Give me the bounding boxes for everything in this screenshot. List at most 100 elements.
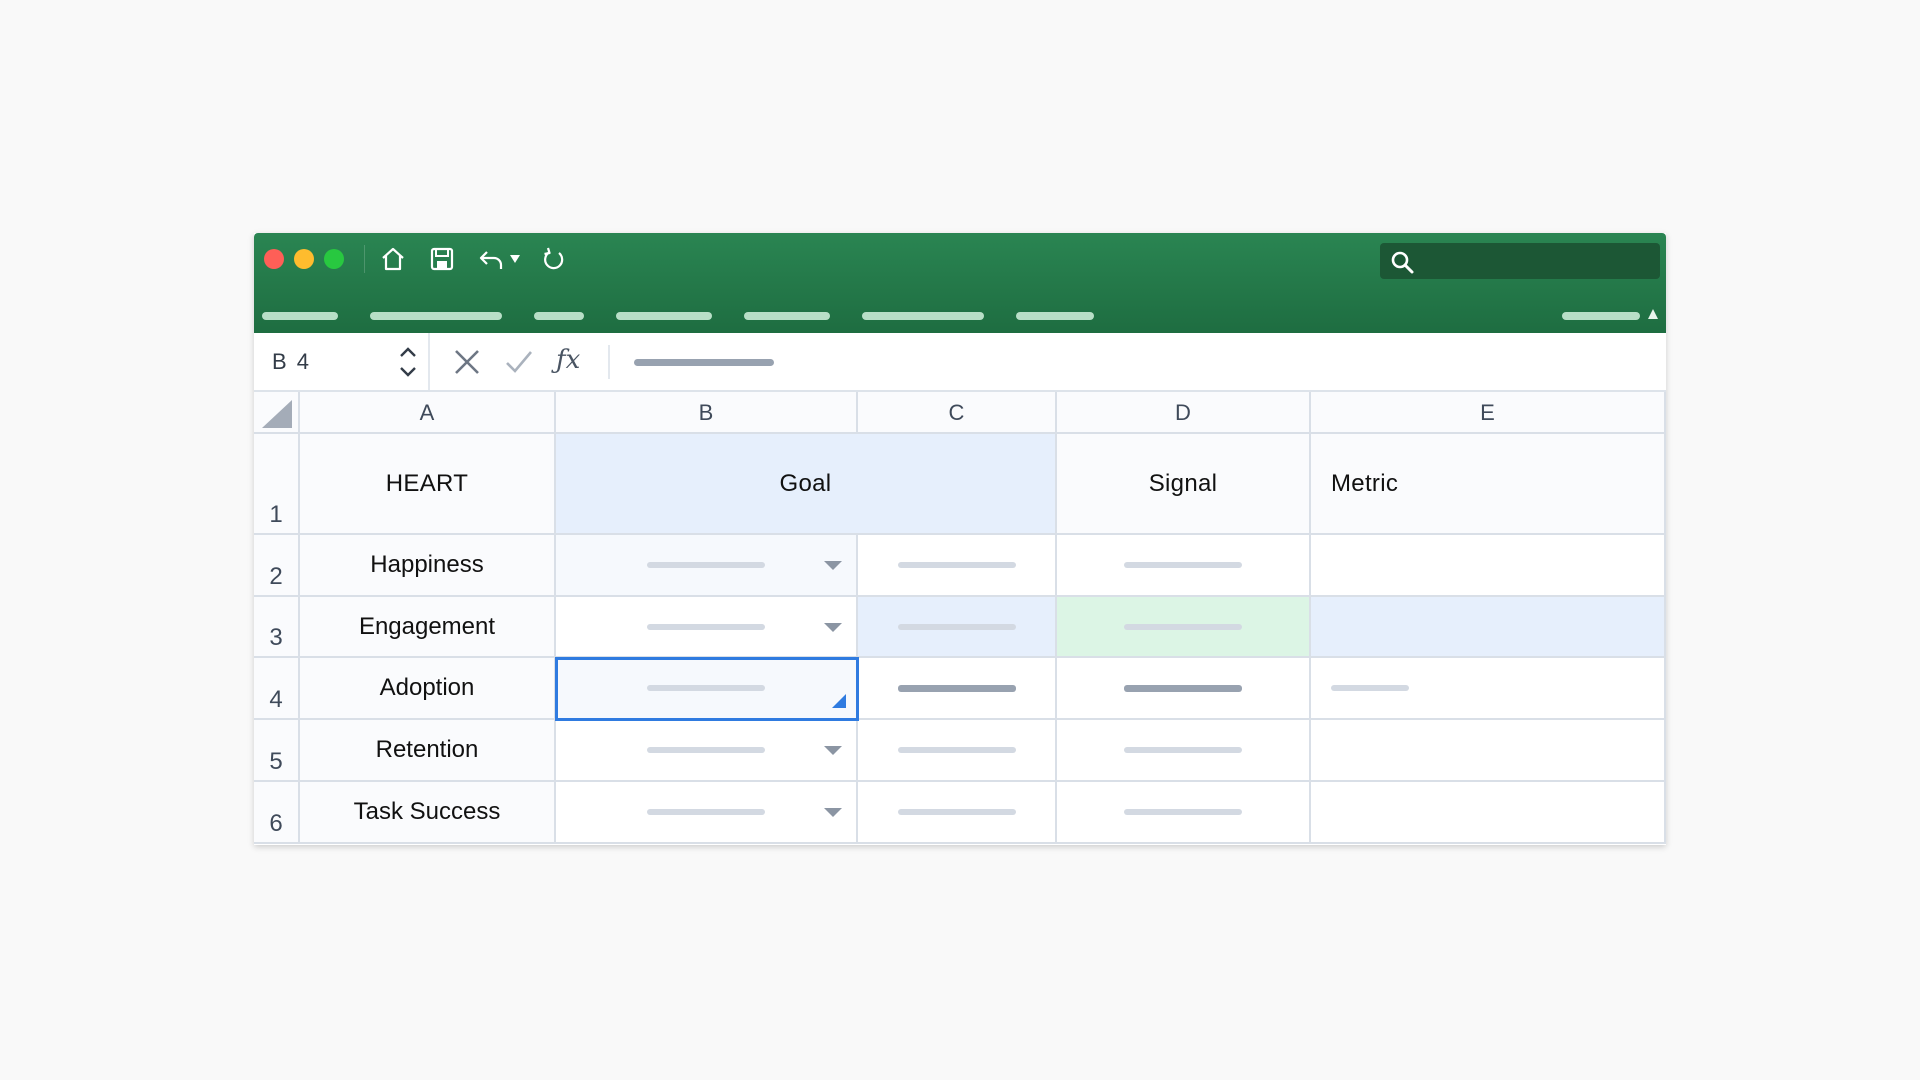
row-number: 3	[269, 624, 283, 651]
dropdown-caret-icon[interactable]	[508, 245, 522, 273]
select-all-button[interactable]	[254, 392, 300, 434]
placeholder-value	[1124, 809, 1242, 815]
row-number: 5	[269, 748, 283, 775]
ribbon-tab-3[interactable]	[534, 312, 584, 320]
cell-c6[interactable]	[858, 782, 1057, 844]
select-all-icon	[262, 400, 292, 428]
row-number: 4	[269, 686, 283, 713]
search-icon	[1391, 251, 1414, 274]
placeholder-value	[1124, 562, 1242, 568]
ribbon-tab-6[interactable]	[862, 312, 984, 320]
cell-a4[interactable]: Adoption	[300, 658, 556, 720]
dropdown-arrow-icon[interactable]	[824, 622, 842, 632]
close-icon[interactable]	[452, 347, 482, 377]
cell-a6[interactable]: Task Success	[300, 782, 556, 844]
cell-text: HEART	[385, 469, 469, 497]
placeholder-value	[897, 809, 1016, 815]
cell-text: Happiness	[370, 551, 484, 578]
function-button[interactable]: ƒx	[556, 345, 580, 375]
check-icon[interactable]	[504, 347, 534, 377]
ribbon-tab-2[interactable]	[370, 312, 502, 320]
placeholder-value	[1331, 685, 1409, 691]
placeholder-value	[897, 747, 1016, 753]
placeholder-value	[1124, 684, 1242, 692]
name-box-stepper-icon[interactable]	[396, 345, 420, 379]
cell-e5[interactable]	[1311, 720, 1666, 782]
toolbar-divider	[364, 245, 365, 273]
undo-icon[interactable]	[476, 245, 508, 273]
collapse-ribbon-icon[interactable]	[1648, 309, 1658, 319]
cell-c2[interactable]	[858, 535, 1057, 597]
cell-text: Engagement	[358, 612, 496, 640]
row-number: 2	[269, 563, 283, 590]
column-header-c[interactable]: C	[858, 392, 1057, 434]
row-header-4[interactable]: 4	[254, 658, 300, 720]
cell-d5[interactable]	[1057, 720, 1311, 782]
cell-b3[interactable]	[556, 597, 858, 658]
cell-e3[interactable]	[1311, 597, 1666, 658]
cell-c5[interactable]	[858, 720, 1057, 782]
redo-icon[interactable]	[538, 245, 570, 273]
cell-b4-selected[interactable]	[555, 657, 859, 721]
name-box[interactable]: B 4	[272, 333, 311, 390]
row-number: 1	[269, 501, 283, 528]
row-header-2[interactable]: 2	[254, 535, 300, 597]
placeholder-value	[1124, 747, 1242, 753]
placeholder-value	[647, 685, 765, 691]
cell-d6[interactable]	[1057, 782, 1311, 844]
cell-a2[interactable]: Happiness	[300, 535, 556, 597]
placeholder-value	[647, 809, 765, 815]
cell-b5[interactable]	[556, 720, 858, 782]
cell-text: Retention	[375, 736, 479, 763]
dropdown-arrow-icon[interactable]	[824, 561, 842, 570]
ribbon-tab-7[interactable]	[1016, 312, 1094, 320]
row-header-5[interactable]: 5	[254, 720, 300, 782]
close-window-button[interactable]	[264, 249, 284, 269]
ribbon-tab-1[interactable]	[262, 312, 338, 320]
cell-e2[interactable]	[1311, 535, 1666, 597]
formula-bar-divider-2	[608, 345, 610, 379]
cell-text: Signal	[1148, 469, 1218, 497]
placeholder-value	[647, 747, 765, 753]
minimize-window-button[interactable]	[294, 249, 314, 269]
cell-b6[interactable]	[556, 782, 858, 844]
dropdown-arrow-icon[interactable]	[824, 808, 842, 817]
maximize-window-button[interactable]	[324, 249, 344, 269]
cell-e6[interactable]	[1311, 782, 1666, 844]
ribbon-share-button[interactable]	[1562, 312, 1640, 320]
search-box[interactable]	[1380, 243, 1660, 279]
cell-e4[interactable]	[1311, 658, 1666, 720]
cell-c4[interactable]	[858, 658, 1057, 720]
home-icon[interactable]	[377, 245, 409, 273]
row-header-6[interactable]: 6	[254, 782, 300, 844]
placeholder-value	[897, 562, 1016, 568]
placeholder-value	[897, 623, 1016, 630]
ribbon-tab-5[interactable]	[744, 312, 830, 320]
cell-c3[interactable]	[858, 597, 1057, 658]
cell-d1[interactable]: Signal	[1057, 434, 1311, 535]
formula-input[interactable]	[634, 359, 774, 366]
row-number: 6	[269, 810, 283, 837]
save-icon[interactable]	[426, 245, 458, 273]
row-header-1[interactable]: 1	[254, 434, 300, 535]
cell-b1-merged[interactable]: Goal	[556, 434, 1057, 535]
column-header-d[interactable]: D	[1057, 392, 1311, 434]
cell-d3[interactable]	[1057, 597, 1311, 658]
cell-a3[interactable]: Engagement	[300, 597, 556, 658]
column-header-e[interactable]: E	[1311, 392, 1666, 434]
cell-b2[interactable]	[556, 535, 858, 597]
formula-bar: B 4 ƒx	[254, 333, 1666, 392]
cell-e1[interactable]: Metric	[1311, 434, 1666, 535]
cell-d4[interactable]	[1057, 658, 1311, 720]
cell-text: Task Success	[353, 798, 501, 825]
column-header-b[interactable]: B	[556, 392, 858, 434]
fill-handle-icon[interactable]	[832, 694, 846, 708]
row-header-3[interactable]: 3	[254, 597, 300, 658]
formula-bar-divider	[428, 333, 430, 390]
cell-a1[interactable]: HEART	[300, 434, 556, 535]
cell-a5[interactable]: Retention	[300, 720, 556, 782]
dropdown-arrow-icon[interactable]	[824, 746, 842, 755]
ribbon-tab-4[interactable]	[616, 312, 712, 320]
column-header-a[interactable]: A	[300, 392, 556, 434]
cell-d2[interactable]	[1057, 535, 1311, 597]
